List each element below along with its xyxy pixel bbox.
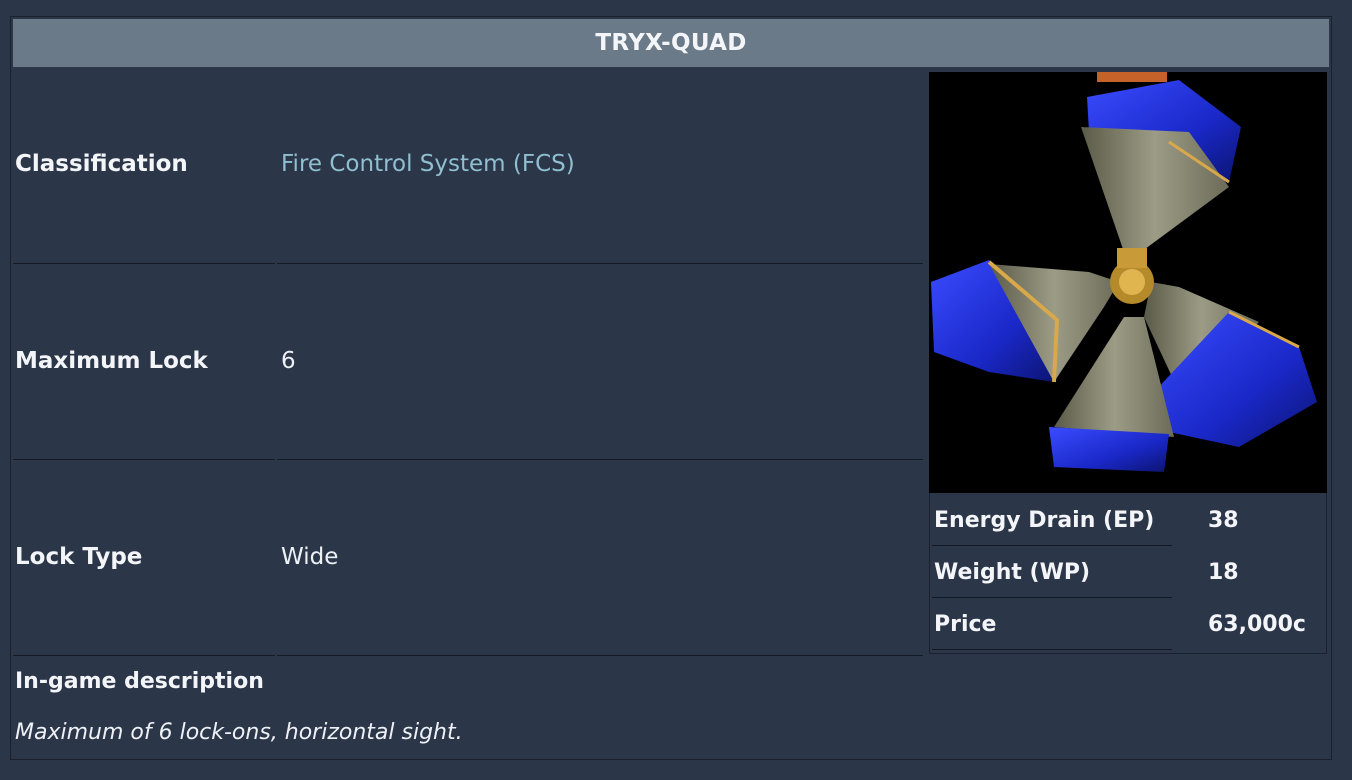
stat-divider: [932, 597, 1172, 598]
weight-value: 18: [1208, 560, 1239, 585]
price-label: Price: [934, 612, 997, 637]
infobox-title: TRYX-QUAD: [13, 19, 1329, 67]
maximum-lock-value: 6: [281, 348, 296, 374]
energy-drain-label: Energy Drain (EP): [934, 508, 1155, 533]
description-heading: In-game description: [15, 669, 264, 694]
classification-link[interactable]: Fire Control System (FCS): [281, 151, 575, 177]
row-divider: [277, 655, 923, 656]
stat-divider: [932, 545, 1172, 546]
stats-table: Energy Drain (EP) 38 Weight (WP) 18 Pric…: [929, 493, 1327, 654]
lock-type-label: Lock Type: [15, 544, 143, 570]
maximum-lock-row: Maximum Lock 6: [13, 264, 923, 459]
description-text: Maximum of 6 lock-ons, horizontal sight.: [15, 720, 463, 745]
maximum-lock-label: Maximum Lock: [15, 348, 208, 374]
price-value: 63,000c: [1208, 612, 1306, 637]
row-divider: [13, 655, 275, 656]
stat-divider: [932, 649, 1172, 650]
lock-type-row: Lock Type Wide: [13, 460, 923, 655]
part-image: [929, 72, 1327, 493]
classification-row: Classification Fire Control System (FCS): [13, 69, 923, 263]
classification-label: Classification: [15, 151, 188, 177]
energy-drain-value: 38: [1208, 508, 1239, 533]
infobox: TRYX-QUAD Classification Fire Control Sy…: [10, 16, 1332, 760]
fcs-part-render: [931, 72, 1317, 472]
lock-type-value: Wide: [281, 544, 339, 570]
weight-label: Weight (WP): [934, 560, 1091, 585]
